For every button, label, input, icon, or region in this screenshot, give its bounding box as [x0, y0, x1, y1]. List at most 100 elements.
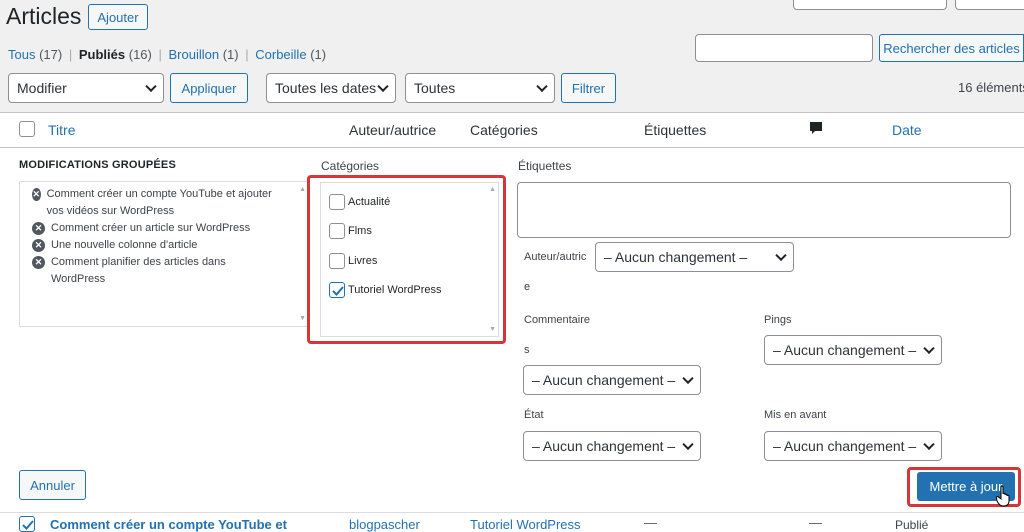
column-title[interactable]: Titre	[48, 122, 75, 138]
chevron-down-icon	[682, 438, 694, 451]
category-label: Tutoriel WordPress	[348, 284, 442, 296]
status-label: État	[524, 409, 544, 421]
author-label-wrap: e	[524, 281, 531, 293]
column-date[interactable]: Date	[892, 122, 922, 138]
filter-trash-count: (1)	[310, 47, 327, 62]
filter-button[interactable]: Filtrer	[561, 73, 616, 103]
remove-icon[interactable]: ✕	[32, 188, 41, 201]
category-option[interactable]: Tutoriel WordPress	[329, 282, 442, 298]
posts-list-container: ✕ Comment créer un compte YouTube et ajo…	[32, 188, 282, 288]
remove-icon[interactable]: ✕	[32, 256, 45, 269]
sticky-label: Mis en avant	[764, 409, 827, 421]
help-tab[interactable]	[955, 0, 1024, 10]
list-item: ✕ Comment créer un article sur WordPress	[32, 222, 282, 237]
items-count: 16 éléments	[958, 80, 1024, 95]
checkmark-icon	[22, 520, 34, 530]
bulk-action-select[interactable]: Modifier	[8, 73, 164, 103]
chevron-down-icon	[923, 342, 935, 355]
author-label: Auteur/autric	[524, 251, 587, 263]
tags-textarea[interactable]	[517, 182, 1011, 238]
scroll-down-icon[interactable]: ▼	[299, 315, 306, 322]
remove-icon[interactable]: ✕	[32, 222, 45, 235]
search-input[interactable]	[695, 34, 873, 62]
remove-icon[interactable]: ✕	[32, 239, 45, 252]
row-tags: —	[644, 515, 657, 530]
category-label: Livres	[348, 255, 378, 267]
categories-checklist: Actualité Flms Livres Tutoriel WordPress…	[320, 182, 499, 337]
row-category[interactable]: Tutoriel WordPress	[470, 517, 581, 532]
filter-trash[interactable]: Corbeille	[255, 47, 306, 62]
category-checkbox-checked[interactable]	[329, 282, 345, 298]
bulk-edit-posts-list: ✕ Comment créer un compte YouTube et ajo…	[19, 181, 310, 327]
add-new-button[interactable]: Ajouter	[88, 4, 148, 30]
row-status: Publié	[895, 518, 929, 532]
status-select[interactable]: – Aucun changement –	[523, 431, 701, 461]
category-filter-select[interactable]: Toutes	[405, 73, 555, 103]
category-option[interactable]: Livres	[329, 253, 377, 269]
category-checkbox[interactable]	[329, 194, 345, 210]
row-checkbox[interactable]	[19, 516, 35, 532]
tags-label: Étiquettes	[518, 159, 572, 173]
separator: |	[68, 47, 73, 62]
list-item: ✕ Comment créer un compte YouTube et ajo…	[32, 188, 282, 220]
pings-select[interactable]: – Aucun changement –	[764, 335, 942, 365]
chevron-down-icon	[145, 80, 157, 93]
cancel-button[interactable]: Annuler	[19, 470, 86, 500]
filter-published[interactable]: Publiés	[79, 47, 125, 62]
category-label: Flms	[348, 225, 372, 237]
column-author: Auteur/autrice	[349, 122, 437, 138]
chevron-down-icon	[923, 438, 935, 451]
column-categories: Catégories	[470, 122, 538, 138]
category-checkbox[interactable]	[329, 223, 345, 239]
comments-label: Commentaire	[524, 314, 591, 326]
row-title-link[interactable]: Comment créer un compte YouTube et	[50, 517, 287, 532]
comment-icon[interactable]	[809, 121, 823, 135]
filter-all[interactable]: Tous	[8, 47, 35, 62]
apply-button[interactable]: Appliquer	[170, 73, 248, 103]
pings-value: – Aucun changement –	[773, 342, 917, 358]
comments-value: – Aucun changement –	[532, 372, 676, 388]
hand-cursor-icon	[996, 485, 1010, 507]
category-checkbox[interactable]	[329, 253, 345, 269]
category-filter-value: Toutes	[414, 80, 456, 96]
comments-label-wrap: s	[524, 344, 530, 356]
category-label: Actualité	[348, 196, 391, 208]
bulk-action-value: Modifier	[17, 80, 67, 96]
scroll-down-icon[interactable]: ▼	[489, 326, 496, 333]
row-comments: —	[809, 515, 822, 530]
pings-label: Pings	[764, 314, 792, 326]
search-posts-button[interactable]: Rechercher des articles	[879, 34, 1024, 62]
row-author[interactable]: blogpascher	[349, 517, 420, 532]
filter-draft-count: (1)	[222, 47, 239, 62]
author-select[interactable]: – Aucun changement –	[595, 242, 794, 272]
post-title: Comment planifier des articles dans Word…	[50, 256, 226, 285]
date-filter-value: Toutes les dates	[275, 80, 377, 96]
column-tags: Étiquettes	[644, 122, 707, 138]
post-title: Comment créer un compte YouTube et ajout…	[46, 188, 272, 217]
separator: |	[158, 47, 162, 62]
category-option[interactable]: Actualité	[329, 194, 390, 210]
screen-options-tab[interactable]	[793, 0, 947, 10]
chevron-down-icon	[377, 80, 389, 93]
date-filter-select[interactable]: Toutes les dates	[266, 73, 396, 103]
select-all-checkbox[interactable]	[19, 121, 35, 137]
post-title: Comment créer un article sur WordPress	[51, 222, 251, 234]
separator: |	[245, 47, 249, 62]
filter-draft[interactable]: Brouillon	[169, 47, 220, 62]
category-option[interactable]: Flms	[329, 223, 372, 239]
filter-all-count: (17)	[39, 47, 63, 62]
sticky-select[interactable]: – Aucun changement –	[764, 431, 942, 461]
chevron-down-icon	[536, 80, 548, 93]
scroll-up-icon[interactable]: ▲	[299, 186, 306, 193]
chevron-down-icon	[775, 249, 787, 262]
categories-label: Catégories	[321, 159, 380, 173]
list-item: ✕ Une nouvelle colonne d'article	[32, 239, 282, 254]
divider	[0, 147, 1024, 148]
sticky-value: – Aucun changement –	[773, 438, 917, 454]
page-title: Articles	[6, 3, 82, 29]
divider	[0, 512, 1024, 513]
scroll-up-icon[interactable]: ▲	[489, 186, 496, 193]
comments-select[interactable]: – Aucun changement –	[523, 365, 701, 395]
bulk-edit-heading: MODIFICATIONS GROUPÉES	[19, 159, 176, 171]
filter-published-count: (16)	[128, 47, 152, 62]
